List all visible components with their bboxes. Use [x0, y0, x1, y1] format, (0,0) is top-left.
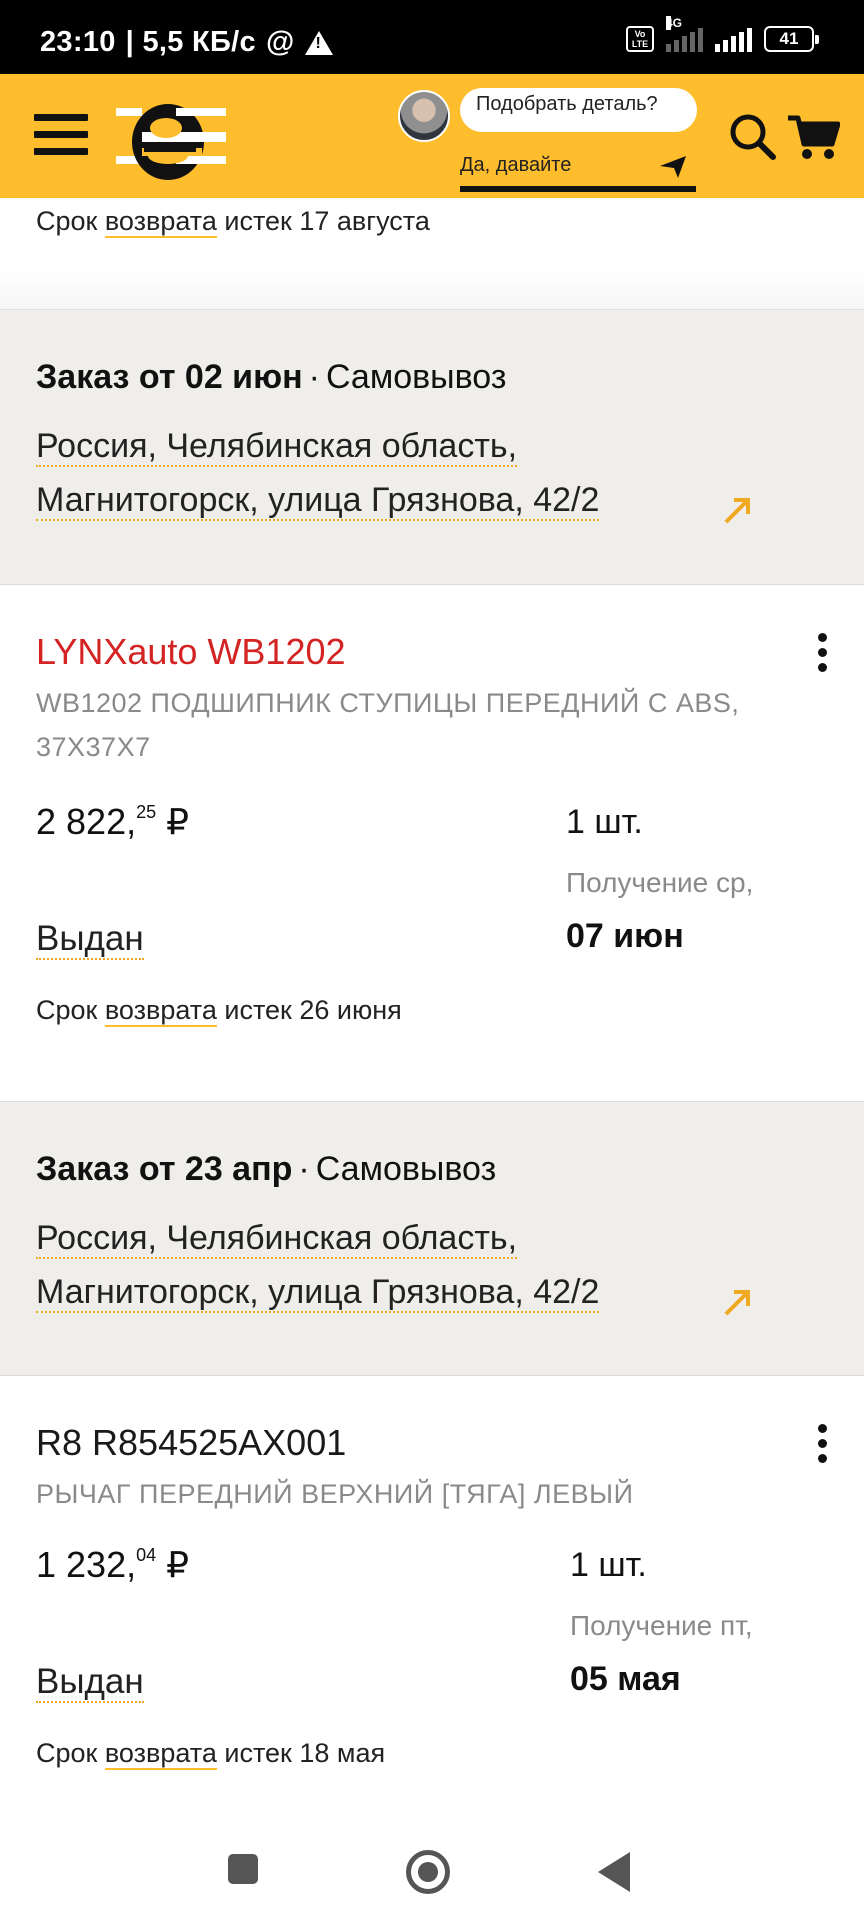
more-icon[interactable] — [818, 1424, 828, 1464]
return-link[interactable]: возврата — [104, 206, 217, 238]
back-button[interactable] — [598, 1852, 630, 1892]
item-quantity: 1 шт. — [570, 1546, 647, 1584]
signal-icon-sim1: 4G — [666, 16, 703, 52]
logo[interactable] — [116, 92, 226, 184]
at-icon: @ — [265, 26, 295, 58]
item-price: 2 822,25 ₽ — [36, 801, 190, 842]
order-address[interactable]: Россия, Челябинская область, Магнитогорс… — [36, 419, 736, 527]
recent-apps-button[interactable] — [228, 1854, 258, 1884]
item-brand[interactable]: LYNXauto WB1202 — [36, 585, 828, 673]
chat-action-button[interactable]: Да, давайте — [460, 154, 696, 192]
order-header: Заказ от 02 июн · Самовывоз Россия, Челяби… — [0, 310, 864, 585]
order-header: Заказ от 23 апр · Самовывоз Россия, Челяби… — [0, 1101, 864, 1376]
app-header: Подобрать деталь? Да, давайте — [0, 74, 864, 198]
home-button[interactable] — [406, 1850, 450, 1894]
more-icon[interactable] — [818, 633, 828, 673]
status-right: Vo LTE 4G 41 — [626, 16, 819, 52]
return-link[interactable]: возврата — [104, 1738, 217, 1770]
previous-item-tail: Срок возврата истек 17 августа — [0, 198, 864, 310]
return-link[interactable]: возврата — [104, 995, 217, 1027]
order-address[interactable]: Россия, Челябинская область, Магнитогорс… — [36, 1211, 736, 1319]
receive-label: Получение ср, — [566, 867, 754, 898]
status-speed: | 5,5 КБ/с — [125, 26, 256, 58]
return-info: Срок возврата истек 18 мая — [36, 1738, 386, 1770]
logo-icon — [116, 104, 226, 180]
return-info: Срок возврата истек 26 июня — [36, 995, 402, 1027]
status-left: 23:10 | 5,5 КБ/с @ — [40, 26, 333, 59]
orders-list: Срок возврата истек 17 августа Заказ от … — [0, 198, 864, 1816]
return-info: Срок возврата истек 17 августа — [36, 206, 430, 238]
order-title: Заказ от 02 июн · Самовывоз — [36, 358, 507, 396]
warning-icon — [304, 30, 333, 55]
receive-label: Получение пт, — [570, 1610, 753, 1641]
item-description: РЫЧАГ ПЕРЕДНИЙ ВЕРХНИЙ [ТЯГА] ЛЕВЫЙ — [36, 1479, 634, 1509]
status-time: 23:10 — [40, 26, 116, 58]
battery-icon: 41 — [764, 26, 819, 52]
volte-icon: Vo LTE — [626, 26, 654, 52]
item-status[interactable]: Выдан — [36, 919, 144, 960]
external-arrow-icon[interactable] — [722, 1288, 752, 1318]
order-item[interactable]: LYNXauto WB1202 WB1202 ПОДШИПНИК СТУПИЦЫ… — [0, 585, 864, 1101]
chat-action-label: Да, давайте — [460, 154, 572, 176]
system-nav-bar — [0, 1810, 864, 1920]
send-icon — [660, 156, 686, 178]
item-brand[interactable]: R8 R854525AX001 — [36, 1376, 828, 1464]
item-status[interactable]: Выдан — [36, 1662, 144, 1703]
external-arrow-icon[interactable] — [722, 496, 752, 526]
assistant-avatar[interactable] — [398, 90, 450, 142]
order-title: Заказ от 23 апр · Самовывоз — [36, 1150, 497, 1188]
chat-prompt[interactable]: Подобрать деталь? — [460, 88, 697, 132]
search-icon[interactable] — [728, 112, 776, 160]
menu-icon[interactable] — [34, 114, 88, 156]
item-price: 1 232,04 ₽ — [36, 1544, 190, 1585]
signal-icon-sim2 — [715, 26, 752, 52]
receive-date: 07 июн — [566, 917, 684, 955]
network-type: 4G — [666, 16, 683, 30]
item-description: WB1202 ПОДШИПНИК СТУПИЦЫ ПЕРЕДНИЙ С ABS,… — [36, 688, 740, 762]
item-quantity: 1 шт. — [566, 803, 643, 841]
receive-date: 05 мая — [570, 1660, 681, 1698]
cart-icon[interactable] — [786, 114, 840, 160]
order-item[interactable]: R8 R854525AX001 РЫЧАГ ПЕРЕДНИЙ ВЕРХНИЙ [… — [0, 1376, 864, 1816]
status-bar: 23:10 | 5,5 КБ/с @ Vo LTE 4G 41 — [0, 0, 864, 74]
